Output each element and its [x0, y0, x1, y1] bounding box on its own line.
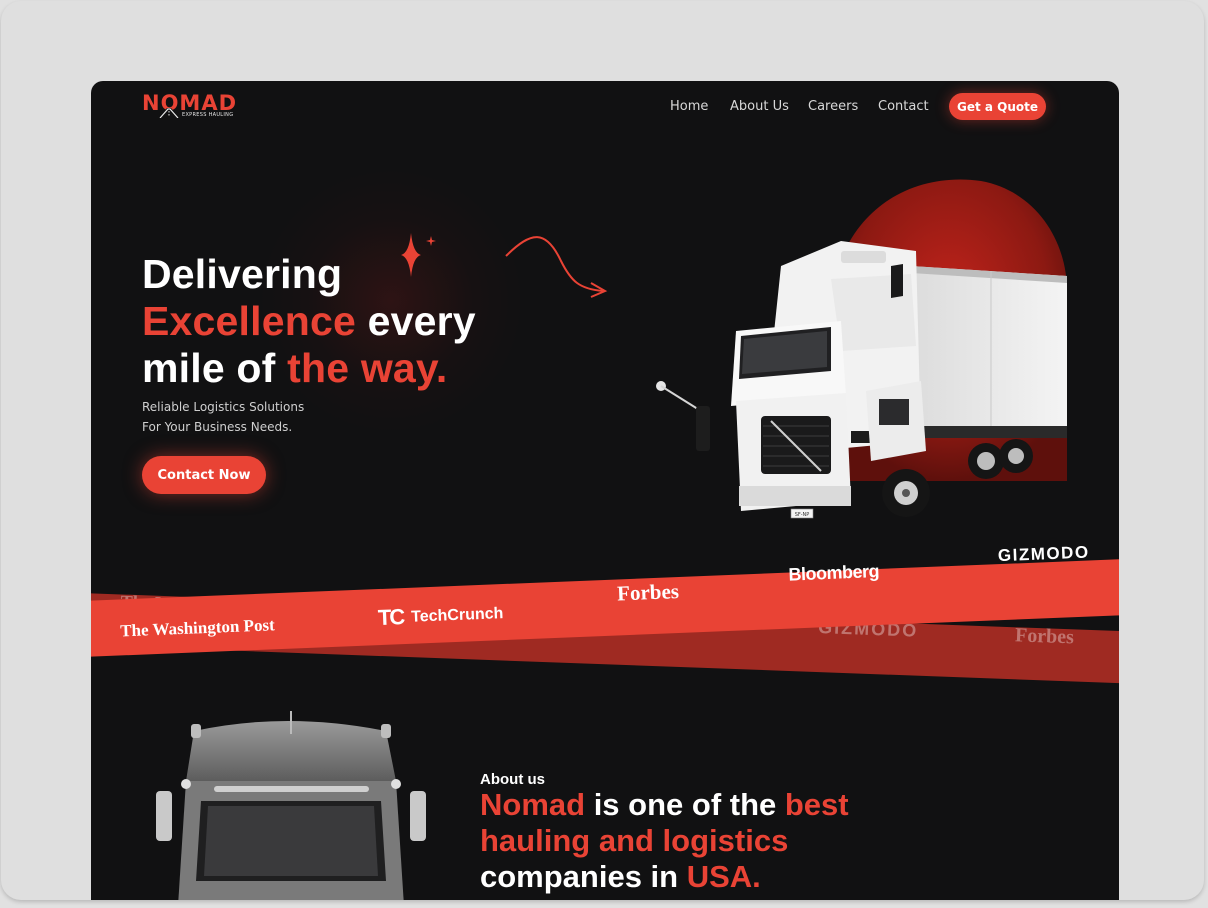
press-gizmodo: GIZMODO — [997, 542, 1090, 566]
about-companies-in: companies in — [480, 859, 687, 894]
browser-frame: NOMAD EXPRESS HAULING Home About Us Care… — [1, 1, 1204, 900]
about-usa: USA. — [686, 859, 761, 894]
decorative-sparkle-arrow — [401, 233, 608, 298]
press-washington-post: The Washington Post — [119, 615, 276, 641]
press-bloomberg: Bloomberg — [788, 560, 880, 585]
contact-now-button[interactable]: Contact Now — [142, 456, 266, 494]
nav-about-us[interactable]: About Us — [730, 99, 789, 114]
press-ghost-forbes: Forbes — [1014, 624, 1075, 649]
press-forbes: Forbes — [616, 579, 680, 606]
nav-contact[interactable]: Contact — [878, 99, 929, 114]
headline-the-way: the way. — [287, 345, 448, 391]
press-techcrunch-label: TechCrunch — [410, 605, 504, 626]
about-is-one: is one of the — [585, 787, 785, 822]
about-label: About us — [480, 771, 545, 788]
nav-home[interactable]: Home — [670, 99, 708, 114]
about-best: best — [784, 787, 849, 822]
about-hauling: hauling and logistics — [480, 823, 789, 858]
get-quote-button[interactable]: Get a Quote — [949, 93, 1046, 120]
subtitle-line1: Reliable Logistics Solutions — [142, 400, 305, 414]
about-title: Nomad is one of the best hauling and log… — [480, 787, 1000, 895]
truck-image: SF-NP — [656, 179, 1067, 519]
about-truck-image — [156, 711, 426, 900]
headline-mile-of: mile of — [142, 345, 288, 391]
license-plate: SF-NP — [795, 512, 810, 518]
about-nomad: Nomad — [480, 787, 586, 822]
nav-careers[interactable]: Careers — [808, 99, 858, 114]
press-techcrunch: TC TechCrunch — [377, 600, 503, 631]
hero-subtitle: Reliable Logistics Solutions For Your Bu… — [142, 397, 304, 437]
website: NOMAD EXPRESS HAULING Home About Us Care… — [91, 81, 1119, 900]
subtitle-line2: For Your Business Needs. — [142, 420, 293, 434]
techcrunch-logo-icon: TC — [377, 604, 404, 631]
